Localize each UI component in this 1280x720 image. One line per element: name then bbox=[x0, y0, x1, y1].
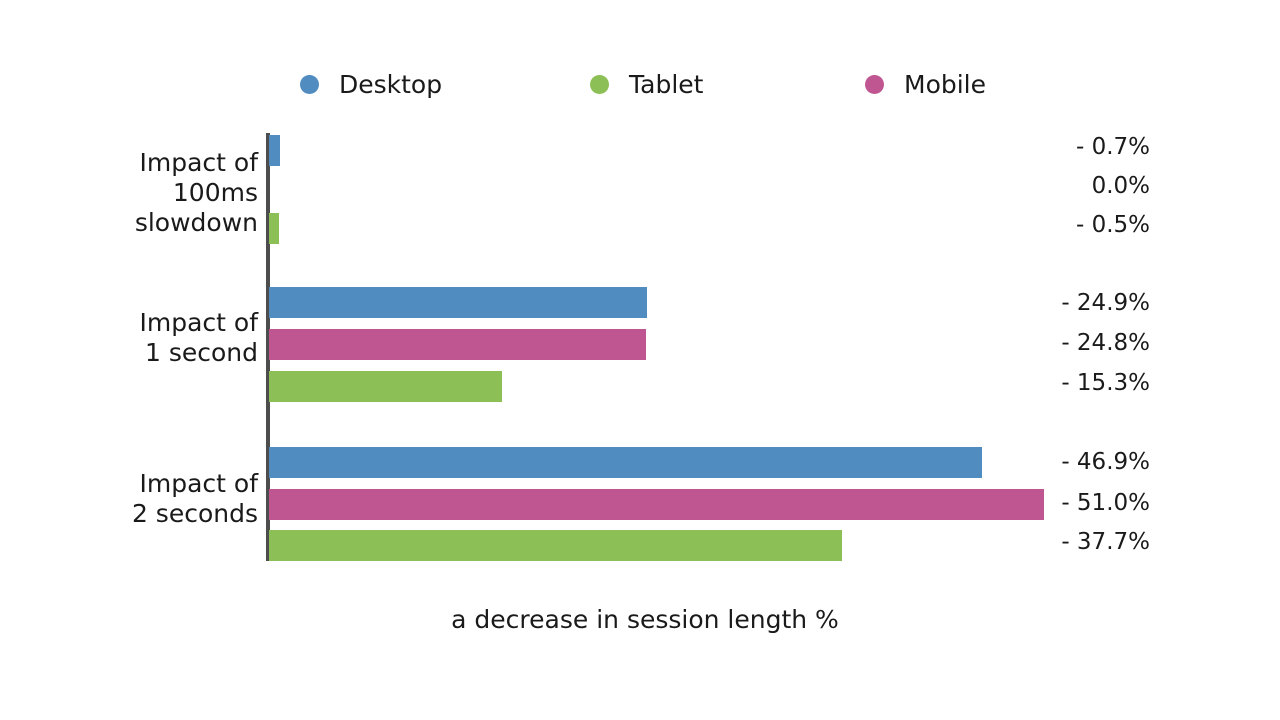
value-label-2-seconds-tablet: - 37.7% bbox=[1061, 529, 1150, 555]
value-label-1-second-desktop: - 24.9% bbox=[1061, 290, 1150, 316]
group-label-1-second: Impact of 1 second bbox=[139, 308, 258, 367]
value-label-2-seconds-mobile: - 51.0% bbox=[1061, 490, 1150, 516]
bar-1-second-mobile[interactable] bbox=[269, 329, 646, 360]
bar-chart: Desktop Tablet Mobile Impact of 100ms sl… bbox=[0, 0, 1280, 720]
value-label-100ms-tablet: - 0.5% bbox=[1075, 212, 1150, 238]
bar-1-second-tablet[interactable] bbox=[269, 371, 502, 402]
bar-100ms-tablet[interactable] bbox=[269, 213, 279, 244]
value-label-1-second-mobile: - 24.8% bbox=[1061, 330, 1150, 356]
bar-2-seconds-mobile[interactable] bbox=[269, 489, 1044, 520]
value-label-1-second-tablet: - 15.3% bbox=[1061, 370, 1150, 396]
value-label-100ms-desktop: - 0.7% bbox=[1075, 134, 1150, 160]
value-label-100ms-mobile: 0.0% bbox=[1091, 173, 1150, 199]
bar-1-second-desktop[interactable] bbox=[269, 287, 647, 318]
value-label-2-seconds-desktop: - 46.9% bbox=[1061, 449, 1150, 475]
x-axis-title: a decrease in session length % bbox=[451, 605, 839, 634]
group-label-100ms: Impact of 100ms slowdown bbox=[134, 148, 258, 237]
bar-2-seconds-desktop[interactable] bbox=[269, 447, 982, 478]
group-label-2-seconds: Impact of 2 seconds bbox=[131, 469, 258, 528]
bar-100ms-desktop[interactable] bbox=[269, 135, 280, 166]
bar-2-seconds-tablet[interactable] bbox=[269, 530, 842, 561]
